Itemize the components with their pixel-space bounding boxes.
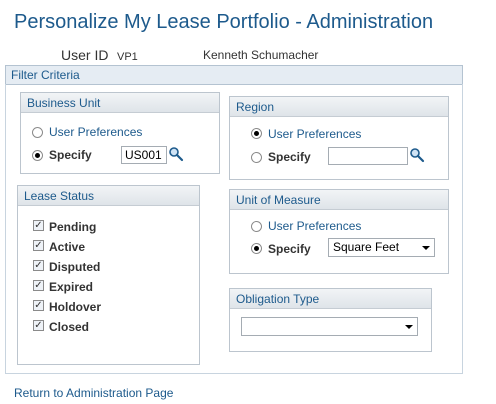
- business-unit-specify-label: Specify: [49, 148, 92, 162]
- user-id-label: User ID: [61, 47, 109, 63]
- lease-status-title: Lease Status: [24, 189, 95, 203]
- lease-status-header: Lease Status: [18, 186, 199, 206]
- business-unit-header: Business Unit: [21, 93, 219, 113]
- active-label: Active: [49, 240, 86, 254]
- page-title: Personalize My Lease Portfolio - Adminis…: [14, 11, 434, 33]
- holdover-label: Holdover: [49, 300, 102, 314]
- obligation-type-group: Obligation Type: [229, 288, 432, 352]
- region-user-preferences-radio[interactable]: [251, 128, 262, 139]
- business-unit-user-preferences-label[interactable]: User Preferences: [49, 125, 142, 139]
- lease-status-group: Lease Status ✓ Pending ✓ Active ✓ Disput…: [17, 185, 200, 365]
- search-icon[interactable]: [409, 147, 425, 163]
- business-unit-title: Business Unit: [27, 96, 101, 110]
- closed-label: Closed: [49, 320, 90, 334]
- unit-of-measure-value: Square Feet: [333, 240, 400, 254]
- unit-of-measure-user-preferences-radio[interactable]: [251, 221, 262, 232]
- holdover-checkbox[interactable]: ✓: [33, 300, 44, 311]
- search-icon[interactable]: [168, 146, 184, 162]
- unit-of-measure-user-preferences-label[interactable]: User Preferences: [268, 219, 361, 233]
- region-group: Region User Preferences Specify: [229, 96, 449, 180]
- user-name: Kenneth Schumacher: [203, 48, 319, 62]
- business-unit-group: Business Unit User Preferences Specify U…: [20, 92, 220, 174]
- chevron-down-icon: [422, 246, 430, 250]
- user-id-value: VP1: [117, 51, 138, 63]
- unit-of-measure-header: Unit of Measure: [230, 190, 448, 210]
- unit-of-measure-specify-radio[interactable]: [251, 243, 262, 254]
- region-user-preferences-label[interactable]: User Preferences: [268, 127, 361, 141]
- unit-of-measure-specify-label: Specify: [268, 242, 311, 256]
- business-unit-specify-radio[interactable]: [32, 150, 43, 161]
- business-unit-input[interactable]: US001: [121, 146, 167, 164]
- expired-checkbox[interactable]: ✓: [33, 280, 44, 291]
- obligation-type-title: Obligation Type: [236, 292, 320, 306]
- business-unit-user-preferences-radio[interactable]: [32, 127, 43, 138]
- obligation-type-header: Obligation Type: [230, 289, 431, 309]
- pending-label: Pending: [49, 220, 97, 234]
- unit-of-measure-title: Unit of Measure: [236, 193, 321, 207]
- region-specify-label: Specify: [268, 150, 311, 164]
- region-input[interactable]: [328, 147, 408, 165]
- region-header: Region: [230, 97, 448, 117]
- disputed-checkbox[interactable]: ✓: [33, 260, 44, 271]
- region-title: Region: [236, 100, 275, 114]
- pending-checkbox[interactable]: ✓: [33, 220, 44, 231]
- chevron-down-icon: [405, 325, 413, 329]
- unit-of-measure-select[interactable]: Square Feet: [328, 238, 435, 257]
- closed-checkbox[interactable]: ✓: [33, 320, 44, 331]
- obligation-type-select[interactable]: [241, 317, 418, 336]
- expired-label: Expired: [49, 280, 94, 294]
- unit-of-measure-group: Unit of Measure User Preferences Specify…: [229, 189, 449, 274]
- filter-criteria-label: Filter Criteria: [11, 68, 80, 82]
- disputed-label: Disputed: [49, 260, 101, 274]
- return-to-administration-link[interactable]: Return to Administration Page: [14, 386, 173, 400]
- active-checkbox[interactable]: ✓: [33, 240, 44, 251]
- region-specify-radio[interactable]: [251, 152, 262, 163]
